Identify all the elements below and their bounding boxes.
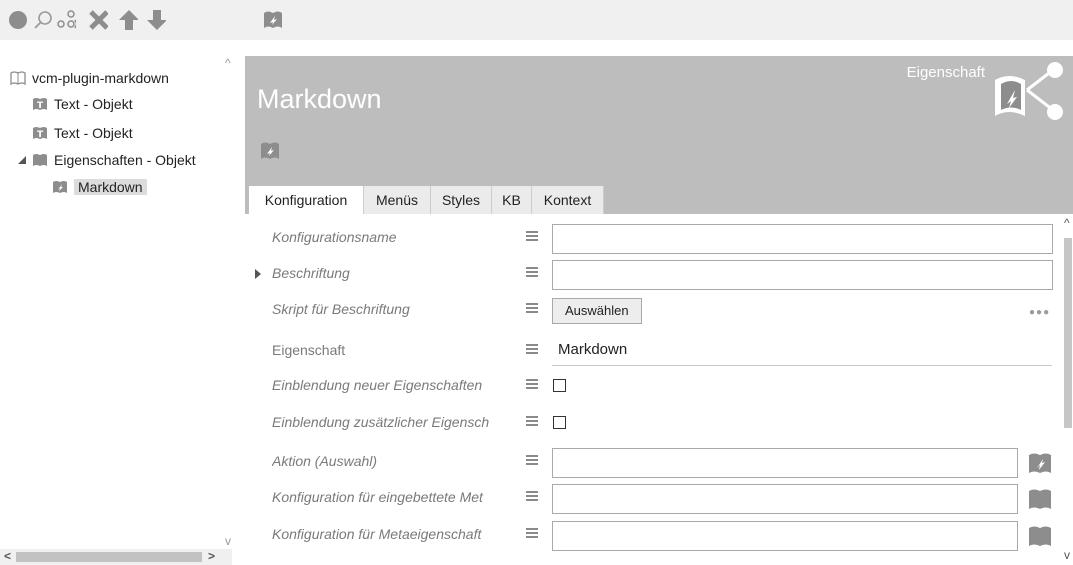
tree-item-properties-object[interactable]: Eigenschaften - Objekt (18, 149, 196, 171)
field-label: Konfiguration für Metaeigenschaft (272, 526, 482, 542)
konfiguration-eingebettete-input[interactable] (552, 484, 1018, 514)
form-row-konfiguration-eingebettete: Konfiguration für eingebettete Met (245, 481, 1063, 517)
svg-text:T: T (37, 101, 44, 111)
hamburger-icon[interactable] (526, 344, 538, 356)
konfiguration-metaeigenschaft-input[interactable] (552, 521, 1018, 551)
tab-styles[interactable]: Styles (431, 186, 492, 214)
tree-horizontal-scrollbar[interactable]: < > (0, 549, 232, 565)
hamburger-icon[interactable] (526, 379, 538, 391)
konfigurationsname-input[interactable] (552, 224, 1053, 254)
tree-item-label: Eigenschaften - Objekt (54, 152, 196, 168)
scroll-up-icon[interactable]: ^ (1064, 216, 1070, 230)
tab-bar: Konfiguration Menüs Styles KB Kontext (245, 186, 1073, 214)
folder-icon (32, 152, 48, 168)
scroll-down-icon[interactable]: v (1064, 548, 1070, 562)
field-label: Konfiguration für eingebettete Met (272, 489, 483, 505)
hamburger-icon[interactable] (526, 231, 538, 243)
tree-item-label: Text - Objekt (54, 96, 133, 112)
circle-icon[interactable] (8, 10, 28, 30)
form-row-skript-beschriftung: Skript für Beschriftung Auswählen ●●● (245, 293, 1063, 329)
svg-text:T: T (37, 130, 44, 140)
object-tree: vcm-plugin-markdown T Text - Objekt T Te… (0, 56, 230, 565)
hamburger-icon[interactable] (526, 528, 538, 540)
action-icon[interactable] (1027, 450, 1053, 476)
hamburger-icon[interactable] (526, 416, 538, 428)
einblendung-zusaetzlicher-checkbox[interactable] (553, 416, 566, 429)
field-label: Beschriftung (272, 265, 350, 281)
aktion-input[interactable] (552, 448, 1018, 478)
tree-item-label: vcm-plugin-markdown (32, 70, 169, 86)
scroll-down-icon[interactable]: v (225, 534, 231, 548)
form-row-konfiguration-metaeigenschaft: Konfiguration für Metaeigenschaft (245, 518, 1063, 554)
tree-item-label: Markdown (74, 179, 147, 195)
expand-arrow-icon[interactable] (255, 269, 261, 279)
hamburger-icon[interactable] (526, 455, 538, 467)
form-row-eigenschaft: Eigenschaft Markdown (245, 334, 1063, 370)
form-row-einblendung-zusaetzlicher: Einblendung zusätzlicher Eigensch (245, 406, 1063, 442)
tab-kb[interactable]: KB (492, 186, 532, 214)
plugin-icon[interactable] (262, 10, 282, 30)
form-row-einblendung-neuer: Einblendung neuer Eigenschaften (245, 369, 1063, 405)
book-icon (10, 70, 26, 86)
einblendung-neuer-checkbox[interactable] (553, 379, 566, 392)
scroll-up-icon[interactable]: ^ (225, 56, 231, 70)
tree-vertical-scrollbar[interactable]: ^ v (222, 56, 236, 550)
field-label: Einblendung neuer Eigenschaften (272, 377, 483, 393)
plugin-icon (259, 140, 281, 162)
tab-kontext[interactable]: Kontext (532, 186, 604, 214)
tab-menues[interactable]: Menüs (364, 186, 431, 214)
tree-item-text-object-2[interactable]: T Text - Objekt (32, 122, 133, 144)
tree-item-text-object-1[interactable]: T Text - Objekt (32, 93, 133, 115)
field-label: Eigenschaft (272, 342, 346, 358)
tab-konfiguration[interactable]: Konfiguration (249, 186, 364, 214)
tree-expander-icon[interactable] (18, 156, 26, 164)
configuration-form: Konfigurationsname Beschriftung Skript f… (245, 214, 1063, 565)
tree-item-label: Text - Objekt (54, 125, 133, 141)
field-label: Skript für Beschriftung (272, 301, 410, 317)
divider (552, 365, 1052, 366)
tree-item-root[interactable]: vcm-plugin-markdown (10, 67, 169, 89)
form-row-aktion: Aktion (Auswahl) (245, 445, 1063, 481)
object-header: Markdown Eigenschaft (245, 56, 1073, 186)
unlink-icon[interactable] (56, 10, 76, 30)
folder-icon[interactable] (1027, 523, 1053, 549)
field-label: Einblendung zusätzlicher Eigensch (272, 414, 490, 430)
field-label: Aktion (Auswahl) (272, 453, 378, 469)
scroll-left-icon[interactable]: < (4, 549, 11, 563)
scroll-right-icon[interactable]: > (208, 549, 215, 563)
page-title: Markdown (257, 84, 382, 114)
more-options-icon[interactable]: ●●● (1029, 307, 1050, 318)
scrollbar-thumb[interactable] (1064, 238, 1072, 428)
form-row-beschriftung: Beschriftung (245, 257, 1063, 293)
delete-icon[interactable] (88, 10, 108, 30)
scrollbar-thumb[interactable] (16, 552, 202, 562)
hamburger-icon[interactable] (526, 267, 538, 279)
object-type-label: Eigenschaft (906, 64, 985, 81)
auswaehlen-button[interactable]: Auswählen (552, 298, 642, 324)
tree-item-markdown[interactable]: Markdown (52, 176, 147, 198)
hamburger-icon[interactable] (526, 303, 538, 315)
field-label: Konfigurationsname (272, 229, 397, 245)
arrow-down-icon[interactable] (146, 10, 166, 30)
arrow-up-icon[interactable] (118, 10, 138, 30)
form-row-konfigurationsname: Konfigurationsname (245, 221, 1063, 257)
search-icon[interactable] (32, 10, 52, 30)
folder-icon[interactable] (1027, 486, 1053, 512)
text-object-icon: T (32, 125, 48, 141)
property-icon (52, 179, 68, 195)
property-logo-icon (987, 58, 1067, 130)
beschriftung-input[interactable] (552, 260, 1053, 290)
toolbar (0, 0, 1073, 40)
text-object-icon: T (32, 96, 48, 112)
hamburger-icon[interactable] (526, 491, 538, 503)
